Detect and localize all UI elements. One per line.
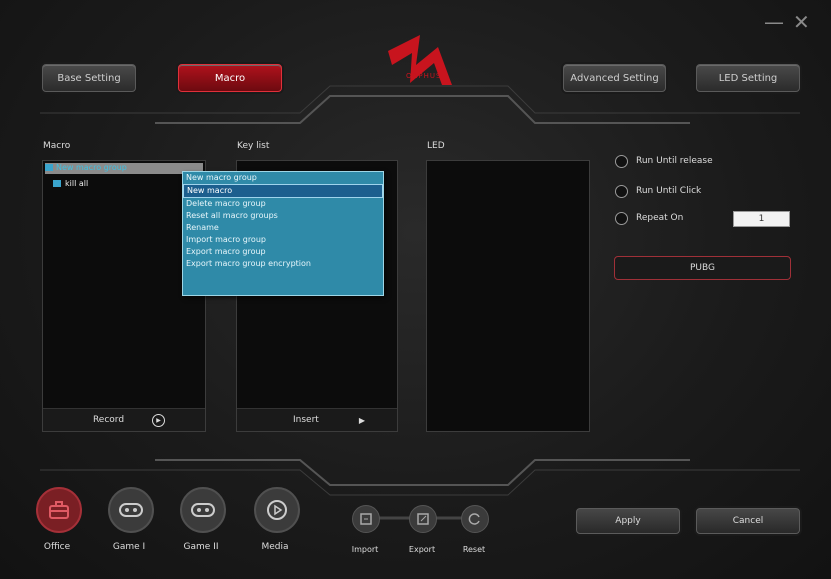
menu-item-export-macro-group[interactable]: Export macro group: [183, 246, 383, 258]
gamepad-icon: [119, 503, 143, 517]
gamepad-icon: [191, 503, 215, 517]
menu-item-rename[interactable]: Rename: [183, 222, 383, 234]
mode-game-2-button[interactable]: [180, 487, 226, 533]
repeat-count-input[interactable]: 1: [733, 211, 790, 227]
app-window: — ✕ Base Setting Macro Advanced Setting …: [0, 0, 831, 579]
macro-context-menu[interactable]: New macro group New macro Delete macro g…: [182, 171, 384, 296]
import-icon: [360, 513, 372, 525]
mode-game-1-label: Game I: [112, 542, 146, 552]
repeat-on-label: Repeat On: [636, 213, 684, 223]
menu-item-export-macro-group-encryption[interactable]: Export macro group encryption: [183, 258, 383, 270]
mode-media-label: Media: [261, 542, 289, 552]
import-button[interactable]: [352, 505, 380, 533]
macro-item-node[interactable]: kill all: [53, 179, 88, 188]
reset-button[interactable]: [461, 505, 489, 533]
macro-section-label: Macro: [43, 141, 71, 151]
macro-group-node[interactable]: New macro group: [45, 163, 203, 174]
macro-group-label: New macro group: [56, 163, 127, 172]
led-section-label: LED: [427, 141, 445, 151]
cancel-button[interactable]: Cancel: [696, 508, 800, 534]
export-label: Export: [408, 545, 436, 554]
run-until-click-label: Run Until Click: [636, 186, 702, 196]
play-icon: [267, 500, 287, 520]
menu-item-new-macro[interactable]: New macro: [183, 184, 383, 198]
insert-bar[interactable]: Insert ▶: [237, 408, 397, 431]
reset-icon: [468, 513, 480, 525]
menu-item-reset-all-macro-groups[interactable]: Reset all macro groups: [183, 210, 383, 222]
run-until-release-label: Run Until release: [636, 156, 713, 166]
run-until-release-radio[interactable]: [615, 155, 628, 168]
mode-game-2-label: Game II: [183, 542, 219, 552]
record-play-icon[interactable]: ▶: [152, 413, 166, 427]
record-label: Record: [92, 415, 125, 425]
macro-file-icon: [53, 180, 61, 187]
run-until-click-radio[interactable]: [615, 185, 628, 198]
apply-button[interactable]: Apply: [576, 508, 680, 534]
pubg-button[interactable]: PUBG: [614, 256, 791, 280]
repeat-on-radio[interactable]: [615, 212, 628, 225]
record-bar[interactable]: Record ▶: [43, 408, 205, 431]
menu-item-delete-macro-group[interactable]: Delete macro group: [183, 198, 383, 210]
mode-media-button[interactable]: [254, 487, 300, 533]
key-list-section-label: Key list: [237, 141, 270, 151]
mode-game-1-button[interactable]: [108, 487, 154, 533]
macro-item-label: kill all: [65, 179, 89, 188]
reset-label: Reset: [462, 545, 486, 554]
mode-office-label: Office: [43, 542, 71, 552]
mode-office-button[interactable]: [36, 487, 82, 533]
folder-icon: [45, 164, 53, 171]
import-label: Import: [351, 545, 379, 554]
insert-label: Insert: [293, 415, 319, 425]
export-button[interactable]: [409, 505, 437, 533]
menu-item-import-macro-group[interactable]: Import macro group: [183, 234, 383, 246]
menu-item-new-macro-group[interactable]: New macro group: [183, 172, 383, 184]
export-icon: [417, 513, 429, 525]
led-panel[interactable]: [426, 160, 590, 432]
insert-arrow-icon[interactable]: ▶: [359, 416, 365, 425]
briefcase-icon: [49, 501, 69, 519]
